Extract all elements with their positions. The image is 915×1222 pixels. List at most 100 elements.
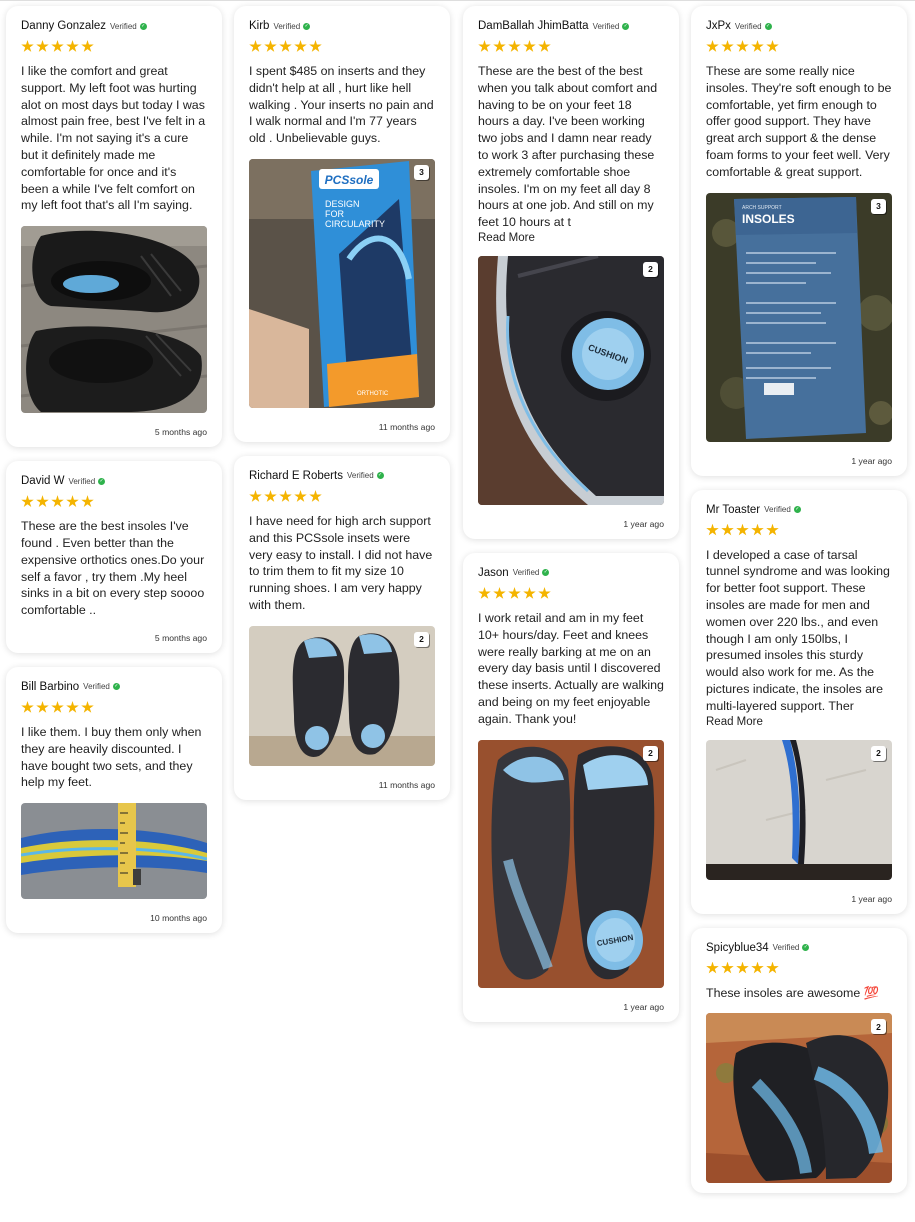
review-date: 5 months ago (154, 427, 207, 438)
review-card: Jason Verified ✓ I work retail and am in… (463, 552, 679, 1022)
star-rating (249, 489, 435, 505)
review-text: I developed a case of tarsal tunnel synd… (706, 547, 890, 713)
review-date: 11 months ago (378, 421, 435, 432)
star-icon (706, 523, 719, 536)
review-card: Kirb Verified ✓ I spent $485 on inserts … (234, 6, 450, 442)
review-card: Bill Barbino Verified ✓ I like them. I b… (6, 666, 222, 934)
review-column-2: Kirb Verified ✓ I spent $485 on inserts … (234, 6, 450, 814)
review-card: David W Verified ✓ These are the best in… (6, 461, 222, 653)
verified-label: Verified (734, 21, 762, 31)
reviewer-name: Danny Gonzalez (21, 20, 107, 32)
reviewer-name: Spicyblue34 (706, 941, 769, 954)
review-photo[interactable]: CUSHION 2 (478, 255, 664, 505)
reviewer-header: DamBallah JhimBatta Verified ✓ (478, 18, 664, 34)
review-date: 11 months ago (378, 779, 435, 790)
read-more-link[interactable]: Read More (706, 716, 892, 728)
verified-check-icon: ✓ (622, 22, 630, 30)
star-icon (493, 40, 506, 52)
reviewer-name: David W (21, 475, 65, 488)
photo-count-badge[interactable]: 2 (871, 745, 886, 761)
star-icon (478, 40, 491, 52)
review-text: These are the best of the best when you … (478, 64, 658, 230)
review-column-3: DamBallah JhimBatta Verified ✓ These are… (463, 6, 679, 1036)
star-icon (721, 961, 734, 974)
review-photo[interactable]: 2 (706, 1013, 892, 1184)
star-icon (751, 523, 764, 536)
verified-check-icon: ✓ (112, 683, 120, 691)
reviewer-name: Kirb (249, 20, 270, 32)
star-icon (66, 700, 79, 713)
reviewer-name: Richard E Roberts (249, 469, 343, 482)
star-rating (478, 586, 664, 602)
box-footer-text: ORTHOTIC (357, 391, 389, 397)
review-card: Spicyblue34 Verified ✓ These insoles are… (691, 927, 907, 1194)
verified-check-icon: ✓ (376, 472, 384, 480)
verified-label: Verified (68, 476, 96, 486)
reviewer-header: Bill Barbino Verified ✓ (21, 679, 207, 695)
star-rating (706, 40, 892, 55)
review-column-4: JxPx Verified ✓ These are some really ni… (691, 6, 907, 1207)
star-icon (706, 961, 719, 974)
star-icon (736, 961, 749, 974)
verified-label: Verified (110, 21, 137, 31)
review-photo[interactable] (21, 226, 207, 414)
star-rating (478, 40, 664, 55)
photo-count-badge[interactable]: 3 (414, 164, 429, 180)
star-rating (21, 700, 207, 716)
star-rating (21, 495, 207, 510)
read-more-link[interactable]: Read More (478, 232, 664, 244)
review-text: I like the comfort and great support. My… (21, 64, 206, 213)
photo-count-badge[interactable]: 2 (871, 1019, 886, 1035)
review-date: 1 year ago (623, 518, 664, 529)
verified-label: Verified (764, 505, 791, 515)
verified-label: Verified (346, 471, 374, 481)
star-icon (766, 523, 779, 536)
star-icon (264, 489, 277, 502)
verified-check-icon: ✓ (303, 22, 311, 30)
photo-count-badge[interactable]: 2 (643, 745, 658, 761)
box-line-1: DESIGN (325, 199, 360, 209)
photo-count-badge[interactable]: 2 (414, 631, 429, 647)
star-icon (736, 40, 749, 52)
verified-check-icon: ✓ (139, 22, 147, 30)
reviewer-name: JxPx (706, 20, 731, 32)
review-photo[interactable]: 2 (706, 739, 892, 880)
star-icon (51, 700, 64, 713)
star-icon (493, 586, 506, 599)
verified-label: Verified (512, 568, 540, 578)
review-photo[interactable]: 2 (249, 625, 435, 766)
review-photo[interactable]: PCSsole DESIGN FOR CIRCULARITY ORTHOTIC … (249, 158, 435, 408)
star-icon (721, 523, 734, 536)
review-text: I have need for high arch support and th… (249, 513, 433, 612)
star-icon (249, 40, 262, 52)
box-title-text: INSOLES (742, 212, 795, 226)
star-icon (294, 40, 307, 52)
reviewer-header: Mr Toaster Verified ✓ (706, 502, 892, 518)
star-icon (66, 40, 79, 52)
review-photo[interactable] (21, 803, 207, 900)
star-icon (294, 489, 307, 502)
verified-check-icon: ✓ (793, 506, 801, 514)
star-icon (538, 586, 551, 599)
verified-label: Verified (592, 21, 620, 31)
reviewer-header: JxPx Verified ✓ (706, 18, 892, 34)
box-line-2: FOR (325, 209, 344, 219)
review-date: 5 months ago (154, 632, 207, 643)
review-card: Danny Gonzalez Verified ✓ I like the com… (6, 6, 222, 448)
star-icon (66, 495, 79, 508)
photo-count-badge[interactable]: 3 (871, 198, 886, 214)
verified-check-icon: ✓ (802, 944, 810, 952)
review-date: 1 year ago (851, 893, 892, 904)
star-icon (736, 523, 749, 536)
photo-count-badge[interactable]: 2 (643, 261, 658, 277)
review-photo[interactable]: CUSHION 2 (478, 739, 664, 988)
star-icon (309, 489, 322, 502)
star-icon (538, 40, 551, 52)
star-icon (264, 40, 277, 52)
star-icon (21, 495, 34, 508)
review-date: 1 year ago (623, 1001, 664, 1012)
review-text: I work retail and am in my feet 10+ hour… (478, 610, 664, 726)
review-photo[interactable]: ARCH SUPPORT INSOLES 3 (706, 192, 892, 442)
star-icon (249, 489, 262, 502)
star-icon (279, 489, 292, 502)
